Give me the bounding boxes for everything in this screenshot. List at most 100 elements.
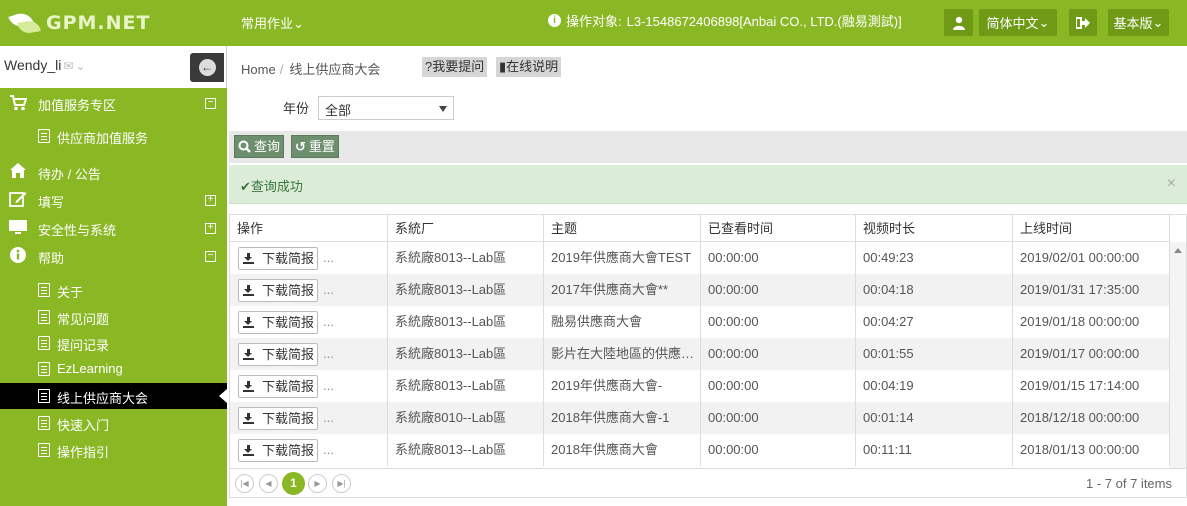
action-cell: 下载简报... [230,338,388,370]
version-dropdown[interactable]: 基本版 ⌄ [1108,9,1169,36]
cell-subject: 2018年供應商大會-1 [544,402,701,434]
cell-factory: 系統廠8013--Lab區 [388,306,544,338]
user-name: Wendy_li [4,57,62,73]
online-help-label: 在线说明 [506,59,559,74]
check-icon: ✔ [240,179,251,194]
sidebar-item-faq[interactable]: 常见问题 [0,304,227,330]
row-more-ellipsis[interactable]: ... [323,370,334,402]
logout-button[interactable] [1069,9,1097,36]
cell-online: 2019/01/18 00:00:00 [1013,306,1170,338]
monitor-icon [9,220,27,234]
grid-scrollbar[interactable] [1170,242,1186,468]
prev-page-icon[interactable]: ◀ [259,474,278,493]
close-icon[interactable]: × [1167,175,1176,193]
cell-online: 2018/01/13 00:00:00 [1013,434,1170,466]
document-icon [38,362,50,376]
edit-icon [9,192,27,207]
column-header-action[interactable]: 操作 [230,215,388,242]
column-header-viewed-time[interactable]: 已查看时间 [701,215,856,242]
language-dropdown[interactable]: 简体中文 ⌄ [979,9,1057,36]
home-icon [10,163,26,178]
column-header-online-time[interactable]: 上线时间 [1013,215,1170,242]
first-page-icon[interactable]: |◀ [235,474,254,493]
row-more-ellipsis[interactable]: ... [323,434,334,466]
sidebar-item-online-supplier-conference[interactable]: 线上供应商大会 [0,383,227,409]
reset-label: 重置 [308,139,335,154]
sidebar-section-todo[interactable]: 待办 / 公告 [0,162,227,182]
breadcrumb-home-link[interactable]: Home [241,62,276,77]
row-more-ellipsis[interactable]: ... [323,402,334,434]
cell-viewed: 00:00:00 [701,242,856,274]
sidebar-section-value-service[interactable]: 加值服务专区 − [0,94,227,114]
sidebar-item-operation-guide[interactable]: 操作指引 [0,437,227,463]
sidebar-item-question-log[interactable]: 提问记录 [0,330,227,356]
cell-viewed: 00:00:00 [701,338,856,370]
column-header-factory[interactable]: 系統厂 [388,215,544,242]
online-help-button[interactable]: ▮在线说明 [496,57,562,77]
last-page-icon[interactable]: ▶| [332,474,351,493]
sidebar-section-security[interactable]: 安全性与系统 + [0,218,227,238]
query-label: 查询 [254,139,281,154]
sidebar-item-label: 操作指引 [57,445,110,460]
download-icon [243,413,254,424]
sidebar-item-supplier-value-service[interactable]: 供应商加值服务 [0,123,227,149]
download-brief-button[interactable]: 下载简报 [238,439,319,462]
table-row: 下载简报... 系統廠8013--Lab區 2017年供應商大會** 00:00:00… [230,274,1170,306]
action-cell: 下载简报... [230,274,388,306]
cell-viewed: 00:00:00 [701,434,856,466]
download-brief-button[interactable]: 下载简报 [238,311,319,334]
sidebar-item-label: EzLearning [57,361,123,376]
page-button-current[interactable]: 1 [282,472,305,495]
sidebar-collapse-button[interactable]: ← [190,53,224,82]
row-more-ellipsis[interactable]: ... [323,338,334,370]
user-row: Wendy_li ✉ ⌄ ← [0,46,227,88]
download-brief-button[interactable]: 下载简报 [238,279,319,302]
alert-message: 查询成功 [250,179,303,194]
cell-online: 2019/01/15 17:14:00 [1013,370,1170,402]
scroll-up-icon[interactable] [1174,248,1182,253]
cell-duration: 00:01:14 [856,402,1013,434]
chevron-down-icon: ⌄ [1152,14,1164,30]
user-button[interactable] [944,9,973,36]
chevron-down-icon: ⌄ [75,59,86,73]
sidebar-section-fill[interactable]: 填写 + [0,190,227,210]
ask-question-button[interactable]: ?我要提问 [422,57,488,77]
row-more-ellipsis[interactable]: ... [323,274,334,306]
sidebar-item-about[interactable]: 关于 [0,277,227,303]
column-header-subject[interactable]: 主题 [544,215,701,242]
year-select[interactable]: 全部 [318,96,454,120]
arrow-left-icon: ← [198,59,216,76]
expand-icon: + [205,223,216,234]
sidebar-item-quick-start[interactable]: 快速入门 [0,410,227,436]
download-brief-button[interactable]: 下载简报 [238,375,319,398]
cell-viewed: 00:00:00 [701,274,856,306]
sidebar-item-ezlearning[interactable]: EzLearning [0,356,227,382]
download-brief-button[interactable]: 下载简报 [238,247,319,270]
cell-duration: 00:01:55 [856,338,1013,370]
row-more-ellipsis[interactable]: ... [323,306,334,338]
sidebar-item-label: 提问记录 [57,338,110,353]
cell-factory: 系統廠8013--Lab區 [388,242,544,274]
pager-info: 1 - 7 of 7 items [1086,476,1172,491]
cart-icon [10,95,27,111]
table-row: 下载简报... 系統廠8013--Lab區 2019年供應商大會- 00:00:00 0… [230,370,1170,402]
action-cell: 下载简报... [230,306,388,338]
document-icon [38,416,50,430]
download-brief-label: 下载简报 [262,315,315,330]
column-header-duration[interactable]: 视频时长 [856,215,1013,242]
gpm-logo[interactable]: GPM.NET [8,8,151,38]
sidebar-section-help[interactable]: 帮助 − [0,246,227,266]
document-icon [38,129,50,143]
download-brief-button[interactable]: 下载简报 [238,407,319,430]
common-tasks-menu[interactable]: 常用作业⌄ [241,13,304,32]
logout-icon [1076,16,1090,29]
user-menu[interactable]: Wendy_li ✉ ⌄ [4,57,85,73]
row-more-ellipsis[interactable]: ... [323,242,334,274]
reset-button[interactable]: ↺ 重置 [291,135,339,158]
query-button[interactable]: 查询 [234,135,285,158]
operation-target: i 操作对象: L3-1548672406898[Anbai CO., LTD.… [548,11,902,30]
download-brief-button[interactable]: 下载简报 [238,343,319,366]
action-cell: 下载简报... [230,402,388,434]
expand-icon: + [205,195,216,206]
next-page-icon[interactable]: ▶ [308,474,327,493]
